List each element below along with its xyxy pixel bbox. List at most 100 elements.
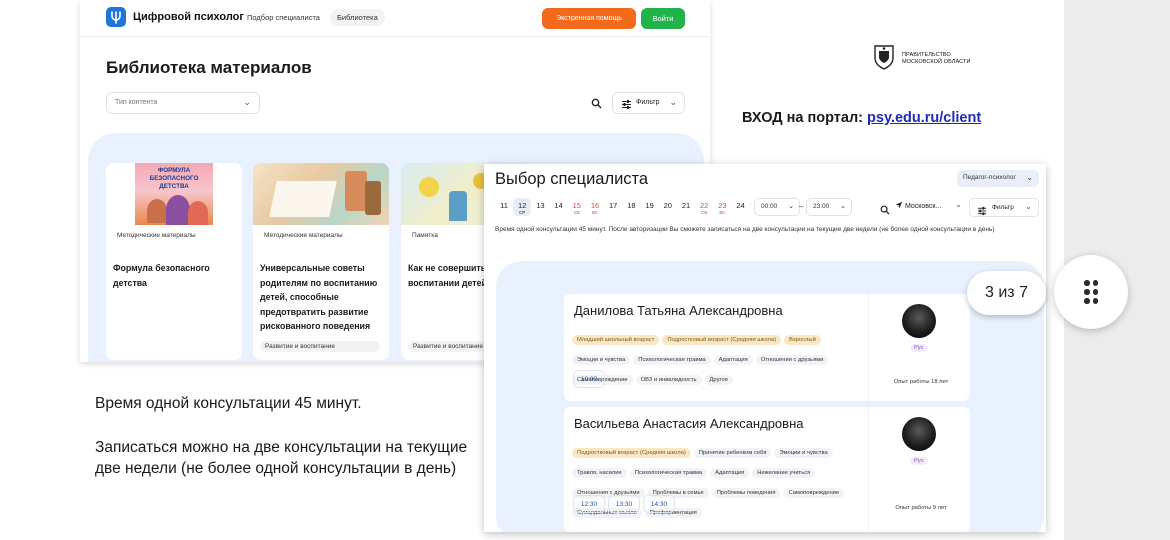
experience-label: Опыт работы 9 лет bbox=[895, 505, 947, 511]
topic-tag: Адаптация bbox=[710, 468, 750, 478]
date-day-weekday: СБ bbox=[573, 210, 580, 215]
chevron-down-icon: ⌄ bbox=[1026, 173, 1033, 182]
role-select-value: Педагог-психолог bbox=[963, 174, 1016, 181]
sliders-icon bbox=[977, 203, 987, 221]
date-day[interactable]: 14 bbox=[550, 201, 568, 210]
date-day[interactable]: 12 СР bbox=[513, 198, 532, 216]
date-day-number: 14 bbox=[554, 201, 563, 210]
material-card[interactable]: Методические материалы Универсальные сов… bbox=[253, 163, 389, 360]
menu-button[interactable] bbox=[1054, 255, 1128, 329]
date-day-number: 24 bbox=[736, 201, 745, 210]
page-counter: 3 из 7 bbox=[967, 271, 1046, 315]
date-day-number: 11 bbox=[500, 201, 508, 210]
sliders-icon bbox=[621, 97, 632, 115]
search-icon[interactable] bbox=[880, 202, 890, 220]
topic-tag: ОВЗ и инвалидность bbox=[635, 375, 702, 385]
brand-name[interactable]: Цифровой психолог bbox=[133, 11, 244, 23]
content-type-select[interactable]: Тип контента ⌄ bbox=[106, 92, 260, 114]
chevron-down-icon: ⌄ bbox=[788, 203, 794, 210]
topic-tag: Проблемы поведения bbox=[711, 488, 781, 498]
date-day[interactable]: 19 bbox=[641, 201, 659, 210]
language-badge: Рус bbox=[910, 457, 928, 465]
time-to-select[interactable]: 23:00 ⌄ bbox=[806, 198, 852, 216]
card-illustration bbox=[253, 163, 389, 225]
date-day[interactable]: 16 ВС bbox=[586, 201, 604, 215]
portal-prefix: ВХОД на портал: bbox=[742, 110, 868, 126]
date-day[interactable]: 24 bbox=[732, 201, 750, 210]
card-divider bbox=[868, 407, 869, 532]
topic-tag: Другое bbox=[704, 375, 733, 385]
date-day-number: 23 bbox=[718, 201, 727, 210]
emergency-help-button[interactable]: Экстренная помощь bbox=[542, 8, 636, 29]
date-day-number: 15 bbox=[572, 201, 581, 210]
content-type-placeholder: Тип контента bbox=[115, 99, 158, 106]
material-card[interactable]: ФОРМУЛА БЕЗОПАСНОГО ДЕТСТВА Методические… bbox=[106, 163, 242, 360]
date-day-number: 22 bbox=[700, 201, 709, 210]
role-select[interactable]: Педагог-психолог ⌄ bbox=[957, 170, 1039, 187]
date-day-weekday: СР bbox=[519, 210, 526, 215]
topic-tag: Адаптация bbox=[713, 355, 753, 365]
date-day[interactable]: 22 СБ bbox=[695, 201, 713, 215]
filter-button[interactable]: Фильтр ⌄ bbox=[612, 92, 685, 114]
filter-label: Фильтр bbox=[992, 204, 1014, 211]
nav-specialist-search[interactable]: Подбор специалиста bbox=[247, 13, 320, 22]
date-day[interactable]: 23 ВС bbox=[713, 201, 731, 215]
page-title: Библиотека материалов bbox=[106, 58, 312, 77]
chevron-down-icon: ⌄ bbox=[840, 203, 846, 210]
time-slot-button[interactable]: 13:30 bbox=[608, 495, 640, 513]
location-arrow-icon bbox=[895, 201, 905, 210]
portal-link[interactable]: psy.edu.ru/client bbox=[867, 110, 981, 126]
booking-rule-line-1: Записаться можно на две консультации на … bbox=[95, 439, 468, 456]
card-tag: Памятка bbox=[407, 230, 443, 241]
time-slot-button[interactable]: 14:30 bbox=[643, 495, 675, 513]
filter-button[interactable]: Фильтр ⌄ bbox=[969, 198, 1039, 217]
date-day[interactable]: 11 bbox=[495, 201, 513, 210]
chevron-down-icon[interactable]: ⌄ bbox=[955, 200, 962, 209]
specialist-page-title: Выбор специалиста bbox=[495, 170, 649, 188]
topic-tag: Эмоции и чувства bbox=[774, 448, 833, 458]
consultation-duration-text: Время одной консультации 45 минут. bbox=[95, 395, 362, 412]
time-from-value: 00:00 bbox=[761, 203, 778, 210]
specialist-name[interactable]: Васильева Анастасия Александровна bbox=[574, 416, 803, 431]
specialist-card[interactable]: Васильева Анастасия Александровна Подрос… bbox=[564, 407, 970, 532]
government-line-2: МОСКОВСКОЙ ОБЛАСТИ bbox=[902, 59, 971, 65]
location-select[interactable]: Московск... bbox=[895, 201, 941, 210]
time-range-dash: – bbox=[799, 202, 804, 211]
location-value: Московск... bbox=[904, 203, 942, 210]
specialist-name[interactable]: Данилова Татьяна Александровна bbox=[574, 303, 783, 318]
card-title[interactable]: Универсальные советы родителям по воспит… bbox=[260, 261, 384, 334]
chevron-down-icon: ⌄ bbox=[243, 97, 251, 107]
search-icon[interactable] bbox=[591, 96, 602, 114]
specialist-card[interactable]: Данилова Татьяна Александровна Младший ш… bbox=[564, 294, 970, 401]
topic-tag: Психологическая травма bbox=[633, 355, 711, 365]
time-slot-button[interactable]: 12:30 bbox=[573, 495, 605, 513]
specialist-tags: Младший школьный возраст Подростковый воз… bbox=[572, 328, 864, 388]
topic-tag: Принятие ребенком себя bbox=[693, 448, 772, 458]
date-day[interactable]: 17 bbox=[604, 201, 622, 210]
date-day[interactable]: 20 bbox=[659, 201, 677, 210]
date-day-number: 13 bbox=[536, 201, 545, 210]
book-cover-title: ФОРМУЛА БЕЗОПАСНОГО ДЕТСТВА bbox=[149, 167, 199, 190]
date-day[interactable]: 15 СБ bbox=[568, 201, 586, 215]
date-day[interactable]: 18 bbox=[622, 201, 640, 210]
nav-library[interactable]: Библиотека bbox=[330, 9, 385, 26]
card-divider bbox=[868, 294, 869, 401]
age-tag: Взрослый bbox=[784, 335, 821, 345]
date-day-number: 20 bbox=[663, 201, 672, 210]
time-from-select[interactable]: 00:00 ⌄ bbox=[754, 198, 800, 216]
login-button[interactable]: Войти bbox=[641, 8, 685, 29]
age-tag: Подростковый возраст (Средняя школа) bbox=[662, 335, 782, 345]
card-title[interactable]: Формула безопасного детства bbox=[113, 261, 237, 290]
date-day-number: 19 bbox=[645, 201, 654, 210]
logo-icon[interactable] bbox=[106, 7, 126, 27]
language-badge: Рус bbox=[910, 344, 928, 352]
date-day[interactable]: 13 bbox=[531, 201, 549, 210]
time-slot-button[interactable]: 10:00 bbox=[573, 370, 605, 388]
filter-label: Фильтр bbox=[636, 99, 660, 106]
consultation-note: Время одной консультации 45 минут. После… bbox=[495, 226, 995, 233]
booking-rule-line-2: две недели (не более одной консультации … bbox=[95, 460, 457, 477]
date-day[interactable]: 21 bbox=[677, 201, 695, 210]
government-line-1: ПРАВИТЕЛЬСТВО bbox=[902, 52, 951, 58]
chevron-down-icon: ⌄ bbox=[669, 97, 677, 107]
specialist-screenshot: Выбор специалиста Педагог-психолог ⌄ 11 1… bbox=[484, 164, 1046, 532]
